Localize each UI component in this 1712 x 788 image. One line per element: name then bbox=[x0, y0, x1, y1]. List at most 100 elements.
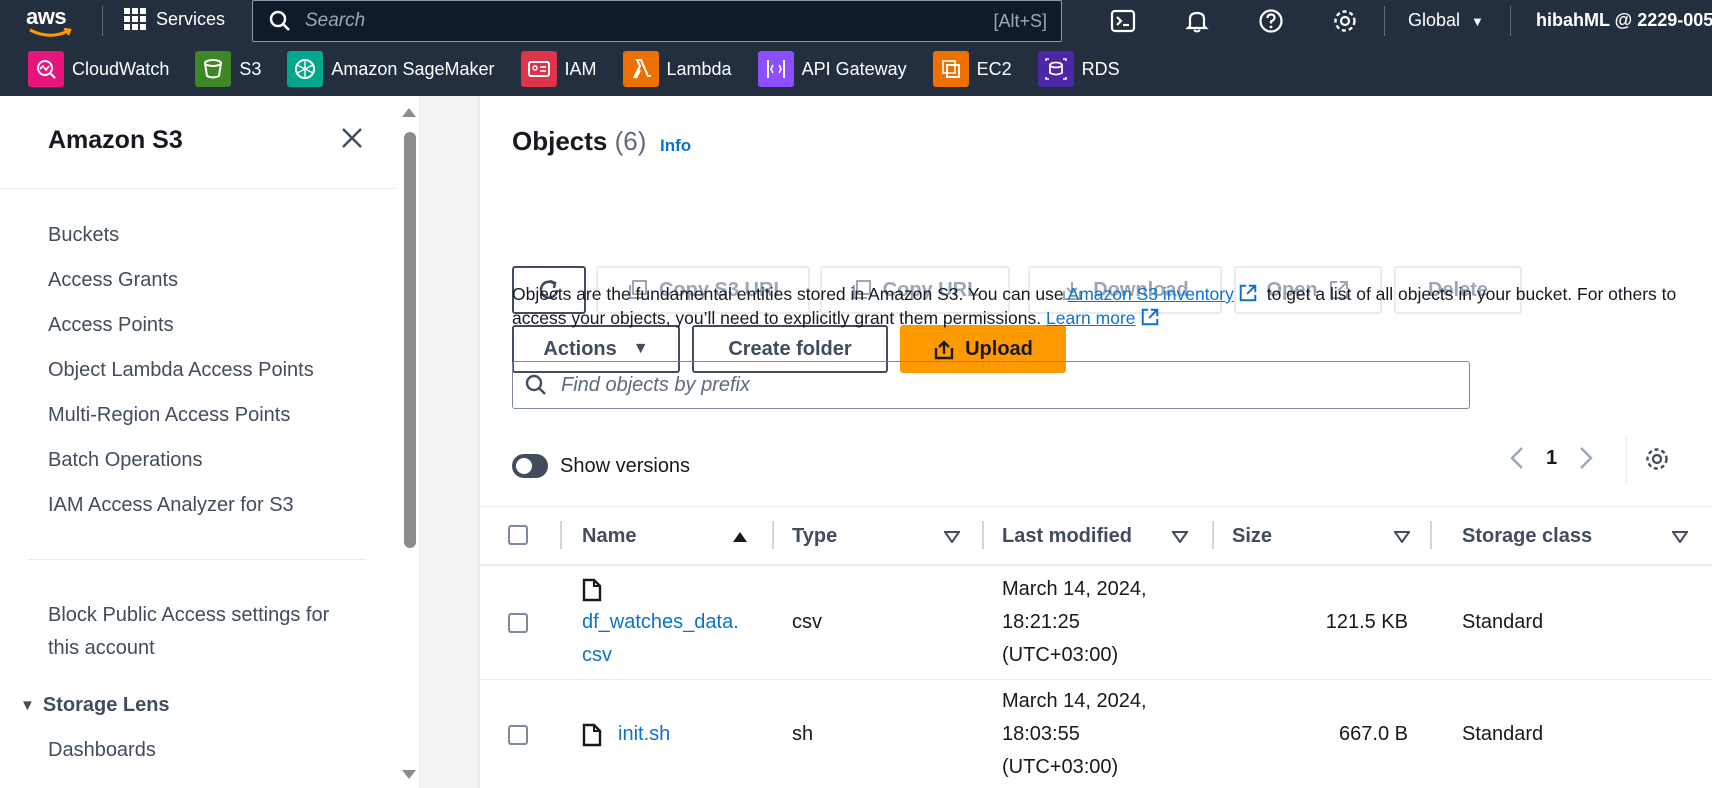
object-name-link[interactable]: init.sh bbox=[618, 718, 670, 751]
objects-count: (6) bbox=[614, 126, 647, 156]
scroll-up-icon[interactable] bbox=[402, 108, 416, 117]
column-divider bbox=[772, 521, 774, 549]
sort-icon[interactable] bbox=[1394, 531, 1410, 543]
grid-icon bbox=[124, 8, 146, 30]
s3-inventory-link[interactable]: Amazon S3 inventory bbox=[1068, 284, 1234, 304]
gear-icon[interactable] bbox=[1332, 8, 1358, 34]
column-header-type[interactable]: Type bbox=[792, 525, 837, 548]
services-label: Services bbox=[156, 8, 226, 29]
description-text: Objects are the fundamental entities sto… bbox=[512, 284, 1064, 304]
favorite-s3[interactable]: S3 bbox=[195, 51, 261, 87]
object-last-modified: March 14, 2024, 18:03:55 (UTC+03:00) bbox=[1002, 685, 1147, 784]
column-header-name[interactable]: Name bbox=[582, 525, 636, 548]
sidebar-item-block-public-access[interactable]: Block Public Access settings for this ac… bbox=[48, 599, 329, 665]
aws-logo[interactable]: aws bbox=[26, 4, 76, 38]
show-versions-label: Show versions bbox=[560, 455, 691, 477]
account-menu[interactable]: hibahML @ 2229-005 bbox=[1536, 10, 1712, 31]
sort-icon[interactable] bbox=[944, 531, 960, 543]
column-header-size[interactable]: Size bbox=[1232, 525, 1272, 548]
upload-icon bbox=[934, 340, 954, 360]
page-number[interactable]: 1 bbox=[1546, 447, 1557, 470]
favorite-cloudwatch[interactable]: CloudWatch bbox=[28, 51, 169, 87]
learn-more-link[interactable]: Learn more bbox=[1046, 308, 1136, 328]
column-header-storage-class[interactable]: Storage class bbox=[1462, 525, 1592, 548]
favorite-label: Amazon SageMaker bbox=[331, 58, 495, 79]
object-name-link[interactable]: df_watches_data. csv bbox=[582, 606, 739, 672]
sidebar-item-batch-operations[interactable]: Batch Operations bbox=[48, 449, 203, 472]
sidebar-divider bbox=[0, 188, 396, 189]
favorite-rds[interactable]: RDS bbox=[1037, 51, 1120, 87]
external-link-icon bbox=[1239, 284, 1257, 302]
modified-line: March 14, 2024, bbox=[1002, 578, 1147, 600]
table-row: init.sh sh March 14, 2024, 18:03:55 (UTC… bbox=[480, 680, 1712, 788]
row-checkbox[interactable] bbox=[508, 613, 528, 633]
show-versions-toggle[interactable] bbox=[512, 454, 548, 478]
bell-icon[interactable] bbox=[1184, 8, 1210, 34]
prefix-search-input[interactable]: Find objects by prefix bbox=[512, 361, 1470, 409]
objects-heading: Objects (6) bbox=[512, 126, 646, 157]
sidebar-section-storage-lens[interactable]: ▼ Storage Lens bbox=[20, 694, 170, 717]
favorite-label: S3 bbox=[239, 58, 262, 79]
gear-icon[interactable] bbox=[1644, 446, 1670, 472]
cloudshell-icon[interactable] bbox=[1110, 8, 1136, 34]
sidebar-item-access-points[interactable]: Access Points bbox=[48, 314, 174, 337]
sidebar-item-iam-access-analyzer[interactable]: IAM Access Analyzer for S3 bbox=[48, 494, 294, 517]
table-header: Name Type Last modified Size Storage cla… bbox=[480, 506, 1712, 566]
favorite-iam[interactable]: IAM bbox=[520, 51, 597, 87]
sidebar-item-access-grants[interactable]: Access Grants bbox=[48, 269, 178, 292]
help-icon[interactable] bbox=[1258, 8, 1284, 34]
scrollbar-thumb[interactable] bbox=[404, 132, 416, 548]
sidebar-item-buckets[interactable]: Buckets bbox=[48, 224, 119, 247]
object-size: 667.0 B bbox=[1339, 723, 1408, 745]
aws-smile-icon bbox=[29, 28, 72, 37]
side-navigation: Amazon S3 Buckets Access Grants Access P… bbox=[0, 96, 420, 788]
sort-icon[interactable] bbox=[1672, 531, 1688, 543]
objects-panel: Objects (6) Info Copy S3 URI Copy URL Do… bbox=[478, 96, 1712, 788]
search-shortcut-hint: [Alt+S] bbox=[993, 10, 1047, 31]
object-type: sh bbox=[792, 723, 814, 745]
storage-lens-label: Storage Lens bbox=[42, 694, 170, 716]
global-search-input[interactable]: Search [Alt+S] bbox=[252, 0, 1062, 42]
sidebar-item-multi-region-access-points[interactable]: Multi-Region Access Points bbox=[48, 404, 290, 427]
region-selector[interactable]: Global ▼ bbox=[1408, 10, 1484, 31]
sort-ascending-icon[interactable] bbox=[732, 531, 748, 543]
caret-down-icon: ▼ bbox=[20, 697, 35, 714]
create-folder-label: Create folder bbox=[728, 337, 852, 360]
prefix-search-placeholder: Find objects by prefix bbox=[561, 373, 750, 396]
services-menu-button[interactable]: Services bbox=[124, 8, 225, 30]
chevron-left-icon[interactable] bbox=[1510, 446, 1524, 470]
description-text: to get a list of all objects in your buc… bbox=[1266, 284, 1604, 304]
sidebar-title: Amazon S3 bbox=[48, 126, 183, 154]
chevron-right-icon[interactable] bbox=[1579, 446, 1593, 470]
search-placeholder: Search bbox=[305, 10, 366, 31]
region-label: Global bbox=[1408, 10, 1461, 30]
objects-description: Objects are the fundamental entities sto… bbox=[512, 282, 1692, 330]
actions-label: Actions bbox=[543, 337, 617, 360]
favorite-label: CloudWatch bbox=[72, 58, 170, 79]
nav-divider bbox=[1384, 6, 1385, 36]
block-public-access-line2: this account bbox=[48, 637, 155, 659]
favorite-label: EC2 bbox=[976, 58, 1012, 79]
object-name-line: df_watches_data. bbox=[582, 611, 739, 633]
column-divider bbox=[1212, 521, 1214, 549]
object-type: csv bbox=[792, 611, 822, 633]
modified-line: (UTC+03:00) bbox=[1002, 756, 1119, 778]
sort-icon[interactable] bbox=[1172, 531, 1188, 543]
object-size: 121.5 KB bbox=[1325, 611, 1408, 633]
ec2-icon bbox=[932, 51, 969, 87]
info-link[interactable]: Info bbox=[660, 136, 691, 156]
sidebar-item-dashboards[interactable]: Dashboards bbox=[48, 739, 156, 762]
caret-down-icon: ▼ bbox=[632, 340, 649, 357]
select-all-checkbox[interactable] bbox=[508, 525, 528, 545]
favorite-ec2[interactable]: EC2 bbox=[932, 51, 1012, 87]
row-checkbox[interactable] bbox=[508, 725, 528, 745]
block-public-access-line1: Block Public Access settings for bbox=[48, 604, 330, 626]
favorite-lambda[interactable]: Lambda bbox=[622, 51, 732, 87]
scroll-down-icon[interactable] bbox=[402, 770, 416, 779]
favorite-sagemaker[interactable]: Amazon SageMaker bbox=[287, 51, 495, 87]
column-header-last-modified[interactable]: Last modified bbox=[1002, 525, 1132, 548]
object-name-line: csv bbox=[582, 644, 612, 666]
favorite-api-gateway[interactable]: API Gateway bbox=[757, 51, 907, 87]
close-icon[interactable] bbox=[340, 126, 368, 154]
sidebar-item-object-lambda-access-points[interactable]: Object Lambda Access Points bbox=[48, 359, 314, 382]
